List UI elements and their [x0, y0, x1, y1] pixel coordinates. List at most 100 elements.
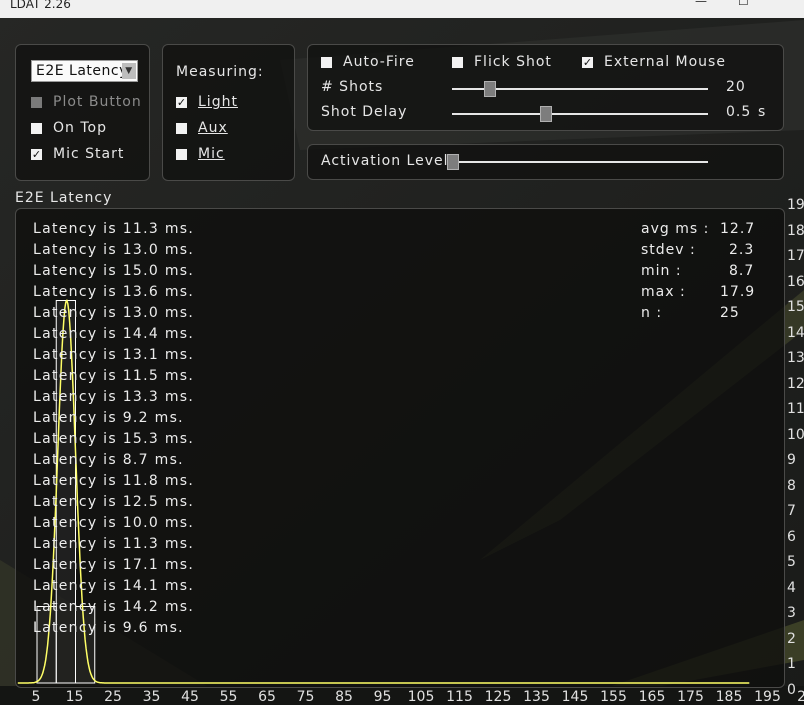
latency-line: Latency is 8.7 ms.: [33, 452, 184, 468]
maximize-button[interactable]: ☐: [738, 0, 749, 7]
shot-delay-slider-thumb[interactable]: [540, 106, 553, 122]
y-tick-label: 12: [787, 375, 804, 392]
y-tick-label: 3: [787, 605, 796, 621]
latency-line: Latency is 12.5 ms.: [33, 494, 195, 510]
y-tick-label: 5: [787, 554, 796, 570]
latency-line: Latency is 11.8 ms.: [33, 473, 195, 489]
mode-select[interactable]: E2E Latency ▼: [31, 60, 138, 82]
shots-value: 20: [726, 79, 746, 95]
min-label: min :: [641, 263, 682, 279]
y-tick-label: 11: [787, 401, 804, 417]
x-tick-label: 65: [258, 689, 276, 705]
max-value: 17.9: [720, 284, 756, 300]
auto-fire-label: Auto-Fire: [343, 54, 415, 70]
x-tick-label: 195: [754, 689, 781, 705]
stdev-label: stdev :: [641, 242, 696, 258]
shots-slider-thumb[interactable]: [483, 81, 496, 97]
on-top-label: On Top: [53, 120, 107, 136]
x-tick-label: 135: [523, 689, 550, 705]
flick-shot-checkbox[interactable]: [452, 57, 463, 68]
x-tick-label: 165: [638, 689, 666, 705]
latency-line: Latency is 13.0 ms.: [33, 305, 195, 321]
x-tick-label: 35: [142, 689, 161, 705]
light-checkbox[interactable]: ✓: [176, 97, 187, 108]
y-tick-label: 15: [787, 299, 804, 315]
measuring-title: Measuring:: [176, 64, 264, 80]
external-mouse-checkbox[interactable]: ✓: [582, 57, 593, 68]
x-tick-label: 105: [407, 689, 435, 705]
x-tick-label: 45: [181, 689, 199, 705]
y-tick-label: 18: [787, 222, 804, 239]
y-tick-label: 8: [787, 477, 796, 494]
min-value: 8.7: [729, 263, 755, 279]
latency-line: Latency is 14.2 ms.: [33, 599, 195, 615]
max-label: max :: [641, 284, 686, 300]
x-tick-label: 25: [104, 689, 122, 705]
mic-label: Mic: [198, 146, 225, 162]
y-tick-label: 4: [787, 579, 796, 596]
y-tick-label: 10: [787, 426, 804, 443]
x-tick-label: 5: [31, 689, 41, 705]
latency-line: Latency is 14.1 ms.: [33, 578, 195, 594]
plot-button-label: Plot Button: [53, 94, 142, 110]
aux-checkbox[interactable]: [176, 123, 187, 134]
aux-label: Aux: [198, 120, 228, 136]
mic-checkbox[interactable]: [176, 149, 187, 160]
y-tick-label: 19: [787, 197, 804, 213]
shot-delay-unit: s: [758, 104, 767, 120]
on-top-checkbox[interactable]: [31, 123, 42, 134]
x-tick-label: 145: [561, 689, 589, 705]
x-tick-label: 115: [446, 689, 473, 705]
minimize-button[interactable]: —: [695, 0, 707, 7]
latency-line: Latency is 15.3 ms.: [33, 431, 195, 447]
external-mouse-label: External Mouse: [604, 54, 726, 70]
activation-label: Activation Level: [321, 153, 449, 169]
mic-start-checkbox[interactable]: ✓: [31, 149, 42, 160]
x-tick-label: 15: [65, 689, 84, 705]
mode-select-value: E2E Latency: [36, 63, 128, 79]
avg-value: 12.7: [720, 221, 756, 237]
y-tick-label: 6: [787, 528, 796, 545]
latency-line: Latency is 17.1 ms.: [33, 557, 195, 573]
activation-slider-track[interactable]: [452, 161, 708, 163]
title-bar: LDAT 2.26 — ☐: [0, 0, 804, 18]
latency-line: Latency is 13.0 ms.: [33, 242, 195, 258]
activation-slider-thumb[interactable]: [447, 154, 459, 170]
latency-line: Latency is 15.0 ms.: [33, 263, 195, 279]
latency-line: Latency is 13.6 ms.: [33, 284, 195, 300]
x-tick-label: 185: [715, 689, 743, 705]
window-title: LDAT 2.26: [10, 0, 71, 11]
x-tick-label: 20: [797, 689, 804, 705]
flick-shot-label: Flick Shot: [474, 54, 552, 70]
x-tick-label: 155: [600, 689, 627, 705]
latency-line: Latency is 13.3 ms.: [33, 389, 195, 405]
latency-line: Latency is 10.0 ms.: [33, 515, 195, 531]
shot-delay-value: 0.5: [726, 104, 752, 120]
y-tick-label: 14: [787, 324, 804, 341]
x-tick-label: 95: [373, 689, 392, 705]
latency-line: Latency is 13.1 ms.: [33, 347, 195, 363]
n-label: n :: [641, 305, 663, 321]
x-tick-label: 85: [335, 689, 353, 705]
x-tick-label: 75: [296, 689, 315, 705]
latency-line: Latency is 9.2 ms.: [33, 410, 184, 426]
x-tick-label: 55: [219, 689, 238, 705]
y-tick-label: 0: [787, 681, 796, 698]
y-tick-label: 1: [787, 656, 796, 672]
mic-start-label: Mic Start: [53, 146, 125, 162]
y-tick-label: 13: [787, 350, 804, 366]
auto-fire-checkbox[interactable]: [321, 57, 332, 68]
shots-label: # Shots: [321, 79, 384, 95]
shot-delay-label: Shot Delay: [321, 104, 408, 120]
avg-label: avg ms :: [641, 221, 710, 237]
stdev-value: 2.3: [729, 242, 755, 258]
y-tick-label: 16: [787, 273, 804, 290]
plot-button-checkbox[interactable]: [31, 97, 42, 108]
latency-line: Latency is 14.4 ms.: [33, 326, 195, 342]
chevron-down-icon[interactable]: ▼: [122, 63, 136, 79]
latency-line: Latency is 11.5 ms.: [33, 368, 195, 384]
latency-line: Latency is 11.3 ms.: [33, 221, 195, 237]
shot-delay-slider-track[interactable]: [452, 113, 708, 115]
x-tick-label: 175: [677, 689, 704, 705]
y-tick-label: 7: [787, 503, 796, 519]
